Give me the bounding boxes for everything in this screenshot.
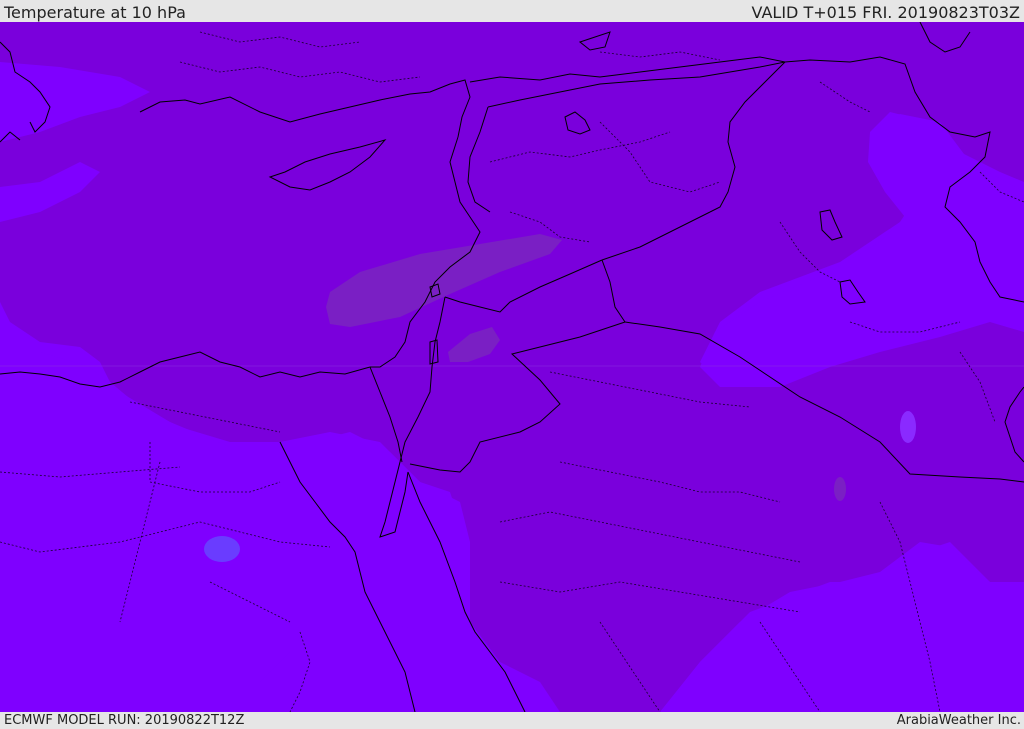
map-panel[interactable] (0, 22, 1024, 712)
field-light-blob (900, 411, 916, 443)
header-bar: Temperature at 10 hPa VALID T+015 FRI. 2… (0, 0, 1024, 22)
credit-label: ArabiaWeather Inc. (896, 713, 1021, 728)
model-run-label: ECMWF MODEL RUN: 20190822T12Z (4, 713, 245, 728)
footer-bar: ECMWF MODEL RUN: 20190822T12Z ArabiaWeat… (0, 712, 1024, 729)
valid-time-label: VALID T+015 FRI. 20190823T03Z (751, 3, 1020, 22)
field-dark-blob (834, 477, 846, 501)
temperature-map (0, 22, 1024, 712)
map-title: Temperature at 10 hPa (4, 3, 186, 22)
field-blue-blob (204, 536, 240, 562)
